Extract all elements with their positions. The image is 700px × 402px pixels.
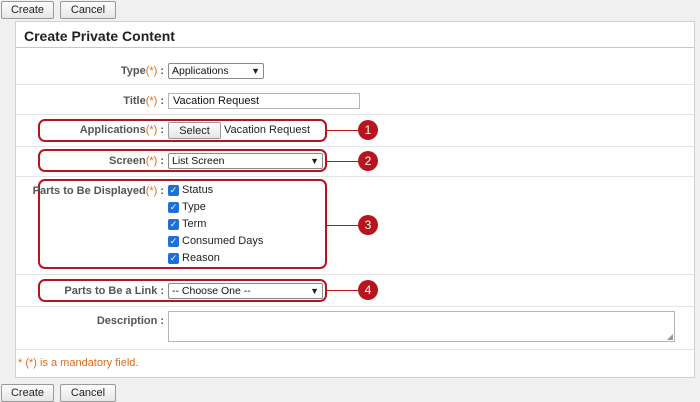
- checkbox-status[interactable]: ✓ Status: [168, 184, 213, 198]
- form-panel: Create Private Content Type(*): Applicat…: [15, 21, 695, 378]
- title-divider: [16, 47, 694, 48]
- chevron-down-icon: ▼: [310, 156, 319, 166]
- callout-badge-3: 3: [358, 215, 378, 235]
- chevron-down-icon: ▼: [251, 66, 260, 76]
- parts-link-select-value: -- Choose One --: [172, 285, 251, 297]
- type-select[interactable]: Applications ▼: [168, 63, 264, 79]
- resize-handle-icon[interactable]: ◢: [667, 332, 673, 341]
- select-application-button[interactable]: Select: [168, 122, 221, 139]
- row-divider: [16, 84, 694, 85]
- applications-label: Applications(*):: [79, 124, 164, 136]
- row-divider: [16, 146, 694, 147]
- callout-badge-2: 2: [358, 151, 378, 171]
- callout-connector: [327, 130, 358, 131]
- parts-link-label: Parts to Be a Link:: [64, 285, 164, 297]
- checkbox-icon[interactable]: ✓: [168, 201, 179, 213]
- chevron-down-icon: ▼: [310, 286, 319, 296]
- callout-connector: [327, 290, 358, 291]
- row-divider: [16, 349, 694, 350]
- screen-select-value: List Screen: [172, 155, 225, 167]
- row-divider: [16, 306, 694, 307]
- callout-connector: [327, 161, 358, 162]
- cancel-button-bottom[interactable]: Cancel: [60, 384, 116, 402]
- parts-displayed-label: Parts to Be Displayed(*):: [32, 185, 164, 197]
- type-select-value: Applications: [172, 65, 229, 77]
- callout-connector: [327, 225, 358, 226]
- title-label: Title(*):: [123, 95, 164, 107]
- title-input[interactable]: Vacation Request: [168, 93, 360, 109]
- screen-label: Screen(*):: [109, 155, 164, 167]
- required-mark: (*): [145, 65, 158, 77]
- cancel-button-top[interactable]: Cancel: [60, 1, 116, 19]
- row-divider: [16, 274, 694, 275]
- checkbox-reason[interactable]: ✓ Reason: [168, 252, 220, 266]
- callout-badge-4: 4: [358, 280, 378, 300]
- checkbox-type[interactable]: ✓ Type: [168, 201, 206, 215]
- create-button-bottom[interactable]: Create: [1, 384, 54, 402]
- checkbox-icon[interactable]: ✓: [168, 235, 179, 247]
- checkbox-icon[interactable]: ✓: [168, 184, 179, 196]
- description-textarea[interactable]: ◢: [168, 311, 675, 342]
- create-button-top[interactable]: Create: [1, 1, 54, 19]
- callout-badge-1: 1: [358, 120, 378, 140]
- row-divider: [16, 114, 694, 115]
- checkbox-consumed-days[interactable]: ✓ Consumed Days: [168, 235, 263, 249]
- screen-select[interactable]: List Screen ▼: [168, 153, 323, 169]
- checkbox-icon[interactable]: ✓: [168, 218, 179, 230]
- checkbox-icon[interactable]: ✓: [168, 252, 179, 264]
- checkbox-term[interactable]: ✓ Term: [168, 218, 206, 232]
- row-divider: [16, 176, 694, 177]
- type-label: Type(*):: [120, 65, 164, 77]
- parts-link-select[interactable]: -- Choose One -- ▼: [168, 283, 323, 299]
- description-label: Description:: [96, 315, 164, 327]
- mandatory-note: * (*) is a mandatory field.: [18, 357, 139, 369]
- selected-application: Vacation Request: [224, 124, 311, 136]
- page-title: Create Private Content: [24, 28, 175, 44]
